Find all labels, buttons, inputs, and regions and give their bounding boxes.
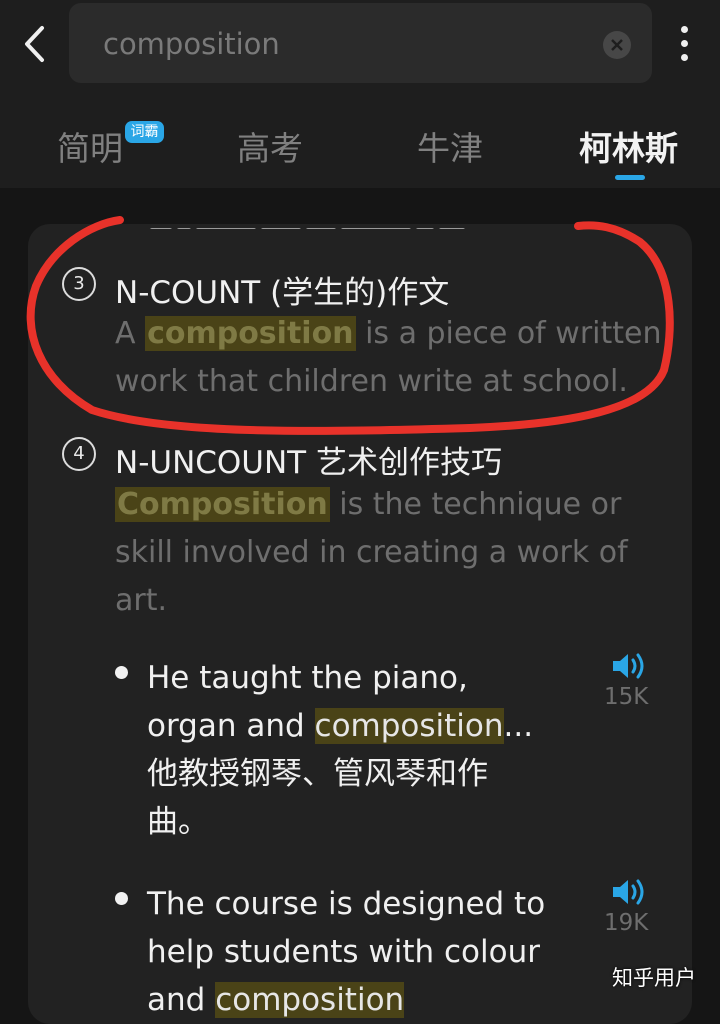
active-tab-indicator [615,175,645,180]
watermark: 知乎用户 [612,966,696,990]
play-count: 19K [604,910,649,936]
highlighted-headword: composition [314,708,504,744]
sense-definition: Composition is the technique or skill in… [115,487,628,618]
sense-number: 3 [62,267,96,301]
highlighted-headword: composition [145,316,356,351]
clipped-text-line [150,219,510,229]
speaker-icon [613,879,644,905]
sense-definition: A composition is a piece of written work… [115,316,662,399]
sense-number: 4 [62,437,96,471]
search-input[interactable] [101,21,585,67]
top-bar: 简明 词霸 高考 牛津 柯林斯 [0,0,720,188]
tab-gaokao[interactable]: 高考 [237,122,303,170]
bullet-dot [115,892,128,905]
clear-button[interactable] [603,31,631,59]
search-box [69,3,652,83]
bullet-dot [115,666,128,679]
example-sentence: The course is designed to help students … [147,880,557,1024]
more-vertical-icon [681,26,688,33]
tab-jianming[interactable]: 简明 [57,122,123,170]
tab-badge: 词霸 [125,121,164,143]
speaker-icon [613,653,644,679]
example-english: The course is designed to help students … [147,886,546,1018]
speaker-button[interactable] [610,876,650,908]
highlighted-headword: Composition [115,487,330,522]
sense-heading: N-UNCOUNT 艺术创作技巧 [115,445,502,481]
example-sentence: He taught the piano, organ and compositi… [147,654,557,846]
example-chinese: 他教授钢琴、管风琴和作曲。 [147,756,488,840]
speaker-button[interactable] [610,650,650,682]
example-english: He taught the piano, organ and compositi… [147,660,534,744]
play-count: 15K [604,684,649,710]
highlighted-headword: composition [215,982,405,1018]
sense-heading: N-COUNT (学生的)作文 [115,275,450,311]
more-menu-button[interactable] [668,20,700,66]
back-arrow-icon [25,26,44,62]
clear-icon [611,39,623,51]
tab-collins[interactable]: 柯林斯 [579,122,678,170]
back-button[interactable] [18,22,52,66]
tab-oxford[interactable]: 牛津 [417,122,483,170]
